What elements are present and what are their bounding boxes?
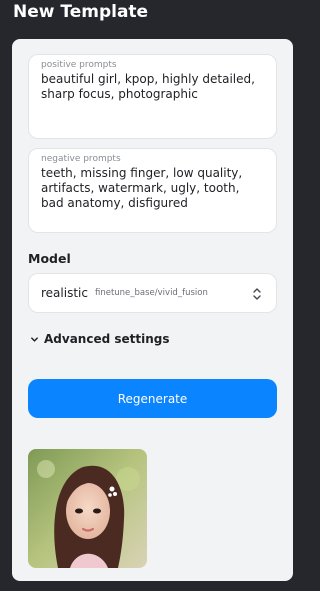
advanced-settings-label: Advanced settings bbox=[44, 332, 170, 346]
negative-prompt-field[interactable]: negative prompts teeth, missing finger, … bbox=[28, 148, 277, 233]
positive-prompt-text[interactable]: beautiful girl, kpop, highly detailed, s… bbox=[41, 72, 264, 102]
negative-prompt-label: negative prompts bbox=[41, 154, 121, 164]
regenerate-button[interactable]: Regenerate bbox=[28, 379, 277, 418]
template-panel: positive prompts beautiful girl, kpop, h… bbox=[12, 39, 293, 581]
advanced-settings-toggle[interactable]: Advanced settings bbox=[30, 332, 170, 346]
negative-prompt-text[interactable]: teeth, missing finger, low quality, arti… bbox=[41, 166, 264, 211]
model-select[interactable]: realistic finetune_base/vivid_fusion bbox=[28, 273, 277, 313]
generated-image-thumbnail[interactable] bbox=[28, 449, 147, 568]
model-name: realistic bbox=[41, 286, 88, 300]
model-path: finetune_base/vivid_fusion bbox=[94, 288, 208, 298]
portrait-image bbox=[28, 449, 147, 568]
model-section-label: Model bbox=[28, 251, 71, 266]
chevron-down-icon bbox=[31, 336, 38, 342]
positive-prompt-field[interactable]: positive prompts beautiful girl, kpop, h… bbox=[28, 54, 277, 139]
page-title: New Template bbox=[13, 2, 149, 22]
chevron-up-down-icon[interactable] bbox=[252, 287, 262, 301]
positive-prompt-label: positive prompts bbox=[41, 60, 117, 70]
